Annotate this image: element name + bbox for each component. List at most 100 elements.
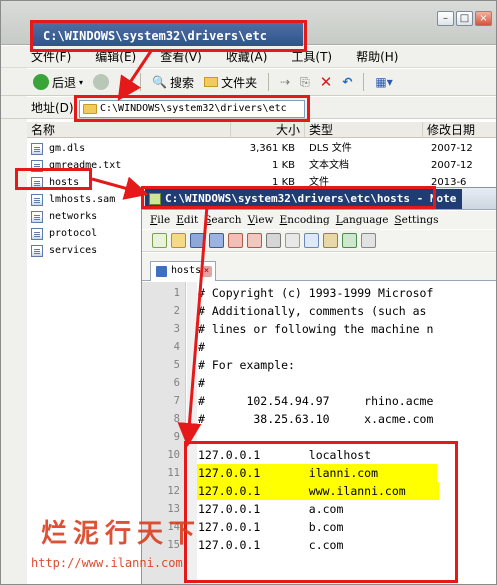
- line-text: # 38.25.63.10 x.acme.com: [198, 412, 434, 426]
- copy-icon[interactable]: [304, 233, 319, 248]
- up-folder-button[interactable]: ↑: [117, 71, 131, 93]
- column-name[interactable]: 名称: [27, 122, 231, 138]
- close-all-icon[interactable]: [247, 233, 262, 248]
- menu-help[interactable]: 帮助(H): [356, 48, 398, 65]
- close-button[interactable]: ×: [475, 11, 492, 26]
- code-line[interactable]: 3 # lines or following the machine n: [142, 320, 496, 338]
- menu-settings[interactable]: Settings: [394, 214, 438, 226]
- notepad-toolbar: [142, 230, 496, 252]
- maximize-button[interactable]: □: [456, 11, 473, 26]
- watermark-url: http://www.ilanni.com: [31, 556, 183, 570]
- tab-hosts[interactable]: hosts ×: [150, 261, 216, 281]
- toolbar-divider: [140, 73, 142, 91]
- line-number: 4: [173, 341, 180, 353]
- cut-icon[interactable]: [285, 233, 300, 248]
- code-line[interactable]: 1 # Copyright (c) 1993-1999 Microsof: [142, 284, 496, 302]
- line-text: # lines or following the machine n: [198, 322, 434, 336]
- folders-button[interactable]: 文件夹: [202, 71, 259, 93]
- delete-button[interactable]: ✕: [318, 71, 335, 93]
- annotation-box-notepad-title: [141, 186, 436, 209]
- column-type[interactable]: 类型: [305, 122, 423, 138]
- close-file-icon[interactable]: [228, 233, 243, 248]
- notepad-tab-bar: hosts ×: [142, 253, 496, 281]
- file-icon: [31, 228, 43, 240]
- delete-x-icon: ✕: [319, 73, 333, 91]
- line-number: 9: [173, 431, 180, 443]
- chevron-down-icon: ▾: [79, 77, 84, 87]
- views-grid-icon: ▦▾: [375, 75, 393, 89]
- code-line[interactable]: 6 #: [142, 374, 496, 392]
- toolbar-divider: [363, 73, 365, 91]
- undo-icon[interactable]: [342, 233, 357, 248]
- annotation-box-address: [74, 95, 310, 122]
- file-icon: [31, 143, 43, 155]
- open-file-icon[interactable]: [171, 233, 186, 248]
- line-number: 7: [173, 395, 180, 407]
- left-pane-strip: [1, 46, 27, 584]
- file-icon: [31, 211, 43, 223]
- line-number: 8: [173, 413, 180, 425]
- line-number: 6: [173, 377, 180, 389]
- menu-file[interactable]: File: [150, 214, 170, 226]
- save-icon[interactable]: [190, 233, 205, 248]
- forward-button[interactable]: [91, 71, 111, 93]
- line-text: # Additionally, comments (such as: [198, 304, 434, 318]
- line-number: 10: [167, 449, 180, 461]
- file-row[interactable]: gm.dls 3,361 KB DLS 文件 2007-12: [31, 140, 496, 157]
- paste-icon[interactable]: [323, 233, 338, 248]
- move-to-button[interactable]: ⇢: [278, 71, 292, 93]
- code-line[interactable]: 5 # For example:: [142, 356, 496, 374]
- line-number: 2: [173, 305, 180, 317]
- window-controls: – □ ×: [437, 11, 492, 26]
- copy-to-button[interactable]: ⎘: [298, 71, 312, 93]
- print-icon[interactable]: [266, 233, 281, 248]
- undo-button[interactable]: ↶: [340, 71, 354, 93]
- undo-icon: ↶: [342, 75, 353, 89]
- line-number: 5: [173, 359, 180, 371]
- file-row[interactable]: gmreadme.txt 1 KB 文本文档 2007-12: [31, 157, 496, 174]
- copy-icon: ⎘: [300, 74, 310, 89]
- menu-language[interactable]: Language: [336, 214, 389, 226]
- line-text: #: [198, 340, 205, 354]
- line-text: # For example:: [198, 358, 295, 372]
- file-list-header: 名称 大小 类型 修改日期: [27, 122, 496, 138]
- column-size[interactable]: 大小: [231, 122, 305, 138]
- menu-edit[interactable]: Edit: [176, 214, 198, 226]
- notepad-menu-bar: File Edit Search View Encoding Language …: [142, 211, 496, 229]
- annotation-box-explorer-title: [30, 20, 307, 52]
- column-modified[interactable]: 修改日期: [423, 122, 496, 138]
- menu-search[interactable]: Search: [204, 214, 241, 226]
- line-text: # 102.54.94.97 rhino.acme: [198, 394, 434, 408]
- back-arrow-icon: [33, 74, 49, 90]
- menu-encoding[interactable]: Encoding: [280, 214, 330, 226]
- menu-view[interactable]: View: [248, 214, 274, 226]
- line-text: # Copyright (c) 1993-1999 Microsof: [198, 286, 434, 300]
- address-label: 地址(D): [31, 101, 74, 115]
- back-button[interactable]: 后退 ▾: [31, 71, 85, 93]
- views-button[interactable]: ▦▾: [373, 71, 394, 93]
- folder-icon: [204, 77, 219, 87]
- line-number: 1: [173, 287, 180, 299]
- move-icon: ⇢: [280, 75, 291, 89]
- minimize-button[interactable]: –: [437, 11, 454, 26]
- search-button[interactable]: 🔍 搜索: [150, 71, 196, 93]
- line-number: 12: [167, 485, 180, 497]
- watermark-brand: 烂泥行天下: [41, 519, 202, 549]
- save-all-icon[interactable]: [209, 233, 224, 248]
- line-number: 3: [173, 323, 180, 335]
- file-icon: [31, 194, 43, 206]
- close-tab-icon[interactable]: ×: [201, 266, 212, 277]
- code-line[interactable]: 8 # 38.25.63.10 x.acme.com: [142, 410, 496, 428]
- up-folder-icon: ↑: [119, 75, 130, 89]
- new-file-icon[interactable]: [152, 233, 167, 248]
- screenshot-frame: C:\WINDOWS\system32\drivers\etc – □ × 文件…: [0, 0, 497, 585]
- code-line[interactable]: 2 # Additionally, comments (such as: [142, 302, 496, 320]
- annotation-box-hosts: [15, 168, 92, 190]
- file-icon: [31, 245, 43, 257]
- redo-icon[interactable]: [361, 233, 376, 248]
- line-text: #: [198, 376, 205, 390]
- search-icon: 🔍: [152, 75, 168, 89]
- code-line[interactable]: 7 # 102.54.94.97 rhino.acme: [142, 392, 496, 410]
- code-line[interactable]: 4 #: [142, 338, 496, 356]
- toolbar-divider: [268, 73, 270, 91]
